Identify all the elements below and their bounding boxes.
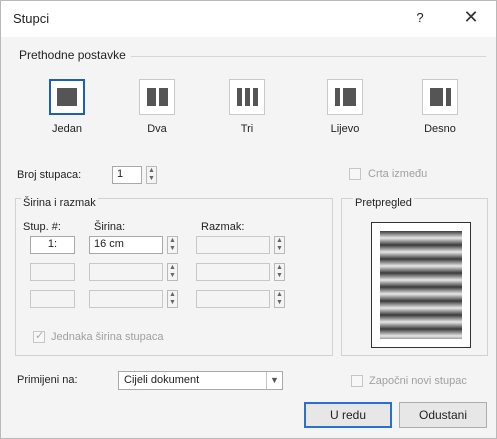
width-input[interactable] (89, 290, 163, 308)
width-spinner[interactable]: ▲ ▼ (167, 236, 178, 254)
line-between-checkbox[interactable] (349, 168, 361, 180)
col-number-cell: 1: (30, 236, 75, 254)
apply-to-value: Cijeli dokument (124, 374, 200, 386)
width-spinner[interactable]: ▲ ▼ (167, 263, 178, 281)
help-button[interactable]: ? (412, 10, 428, 26)
spacing-spinner[interactable]: ▲ ▼ (274, 236, 285, 254)
width-spacing-heading: Širina i razmak (21, 197, 98, 209)
one-column-icon (49, 79, 85, 115)
dialog-title: Stupci (13, 11, 50, 26)
presets-divider (131, 56, 486, 57)
width-input[interactable]: 16 cm (89, 236, 163, 254)
preview-page-image (380, 231, 462, 339)
three-columns-icon (229, 79, 265, 115)
preset-three-label: Tri (240, 123, 254, 135)
cancel-button[interactable]: Odustani (399, 402, 487, 428)
col-number-cell (30, 263, 75, 281)
apply-to-select[interactable]: Cijeli dokument ▼ (118, 371, 283, 390)
preset-one[interactable]: Jedan (37, 79, 97, 135)
preset-two[interactable]: Dva (127, 79, 187, 135)
width-input[interactable] (89, 263, 163, 281)
spacing-input[interactable] (196, 263, 270, 281)
preset-two-label: Dva (147, 123, 167, 135)
columns-count-spinner[interactable]: ▲ ▼ (146, 166, 157, 184)
apply-to-label: Primijeni na: (17, 374, 78, 386)
equal-width-checkbox[interactable] (33, 329, 45, 343)
preset-one-label: Jedan (52, 123, 82, 135)
spacing-spinner[interactable]: ▲ ▼ (274, 290, 285, 308)
spacing-input[interactable] (196, 290, 270, 308)
preset-right[interactable]: Desno (410, 79, 470, 135)
close-button[interactable]: ✕ (461, 7, 481, 27)
left-column-icon (327, 79, 363, 115)
spacing-header: Razmak: (201, 221, 245, 233)
columns-count-input[interactable]: 1 (112, 166, 142, 184)
columns-count-label: Broj stupaca: (17, 169, 82, 181)
preset-left-label: Lijevo (330, 123, 360, 135)
col-number-header: Stup. #: (23, 221, 61, 233)
two-columns-icon (139, 79, 175, 115)
presets-heading: Prethodne postavke (19, 48, 126, 62)
equal-width-label: Jednaka širina stupaca (51, 331, 164, 343)
new-column-checkbox[interactable] (351, 375, 363, 387)
chevron-down-icon[interactable]: ▼ (266, 372, 282, 389)
preset-three[interactable]: Tri (217, 79, 277, 135)
spacing-spinner[interactable]: ▲ ▼ (274, 263, 285, 281)
new-column-label: Započni novi stupac (369, 375, 467, 387)
width-header: Širina: (94, 221, 126, 233)
preview-page-frame (371, 222, 471, 348)
title-bar: Stupci ? ✕ (1, 1, 496, 37)
ok-button[interactable]: U redu (304, 402, 392, 428)
right-column-icon (422, 79, 458, 115)
columns-dialog: Stupci ? ✕ Prethodne postavke Jedan Dva … (0, 0, 497, 439)
spacing-input[interactable] (196, 236, 270, 254)
line-between-label: Crta između (368, 168, 428, 180)
preset-left[interactable]: Lijevo (315, 79, 375, 135)
preset-right-label: Desno (424, 123, 456, 135)
col-number-cell (30, 290, 75, 308)
width-spinner[interactable]: ▲ ▼ (167, 290, 178, 308)
preview-heading: Pretpregled (353, 197, 414, 209)
